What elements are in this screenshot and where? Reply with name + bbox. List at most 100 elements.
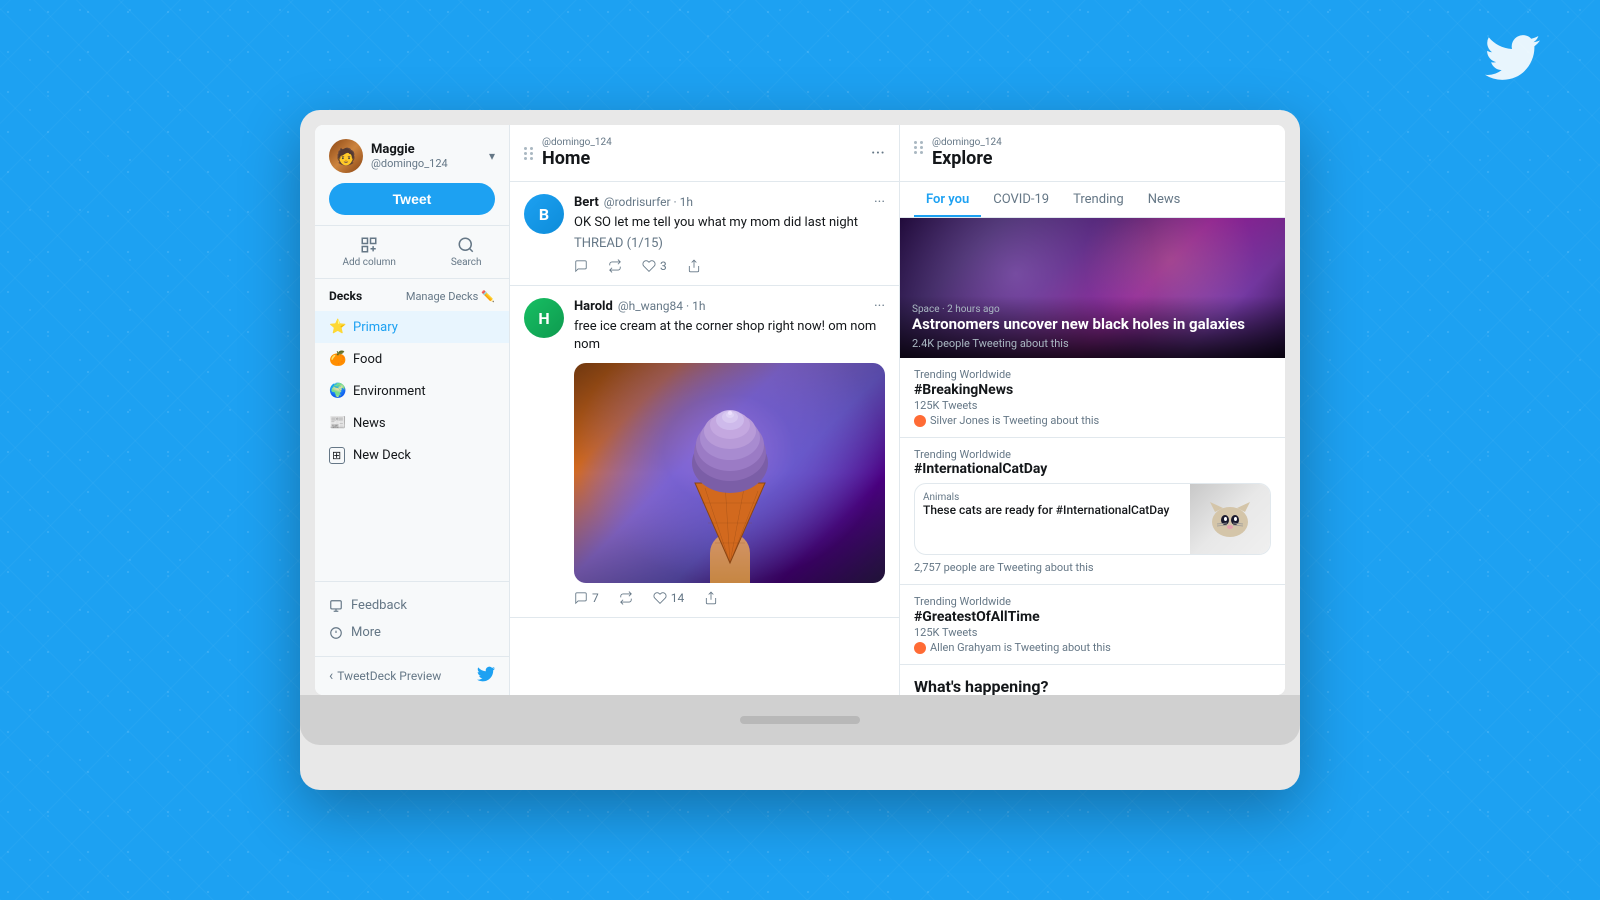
deck-item-news[interactable]: 📰 News bbox=[315, 407, 509, 439]
retweet-action-harold[interactable] bbox=[619, 591, 633, 605]
trending-label-1: Trending Worldwide bbox=[914, 368, 1271, 381]
handle-dot bbox=[530, 157, 533, 160]
trending-breaking-news[interactable]: Trending Worldwide #BreakingNews 125K Tw… bbox=[900, 358, 1285, 438]
add-column-label: Add column bbox=[342, 257, 395, 268]
explore-tabs: For you COVID-19 Trending News bbox=[900, 182, 1285, 218]
reply-action-bert[interactable] bbox=[574, 259, 588, 273]
environment-icon: 🌍 bbox=[329, 383, 345, 399]
trending-label-3: Trending Worldwide bbox=[914, 595, 1271, 608]
sidebar-actions: Add column Search bbox=[315, 226, 509, 279]
cat-day-card-title: These cats are ready for #InternationalC… bbox=[923, 503, 1182, 519]
tweet-name-bert: Bert bbox=[574, 195, 599, 210]
cat-day-card: Animals These cats are ready for #Intern… bbox=[914, 483, 1271, 555]
tweet-more-bert[interactable]: ··· bbox=[874, 194, 885, 210]
news-hero-category: Space · 2 hours ago bbox=[912, 304, 1273, 315]
home-column-more-icon[interactable]: ··· bbox=[871, 143, 885, 164]
manage-decks-button[interactable]: Manage Decks ✏️ bbox=[406, 290, 495, 303]
trending-cat-day[interactable]: Trending Worldwide #InternationalCatDay … bbox=[900, 438, 1285, 585]
explore-drag-handle[interactable] bbox=[914, 141, 924, 154]
tweet-meta-harold: Harold @h_wang84 · 1h ··· bbox=[574, 298, 885, 314]
tweet-card-harold[interactable]: H Harold @h_wang84 · 1h ··· free ice cr bbox=[510, 286, 899, 617]
attribution-text-1: Silver Jones is Tweeting about this bbox=[930, 414, 1099, 427]
news-hero-card[interactable]: Space · 2 hours ago Astronomers uncover … bbox=[900, 218, 1285, 358]
explore-column: @domingo_124 Explore For you COVID-19 Tr… bbox=[900, 125, 1285, 695]
laptop-screen: 🧑 Maggie @domingo_124 ▾ Tweet bbox=[315, 125, 1285, 695]
star-icon: ⭐ bbox=[329, 319, 345, 335]
trending-attr-1: Silver Jones is Tweeting about this bbox=[914, 414, 1271, 427]
deck-item-new[interactable]: ⊞ New Deck bbox=[315, 439, 509, 472]
home-column: @domingo_124 Home ··· B bbox=[510, 125, 900, 695]
deck-item-primary[interactable]: ⭐ Primary bbox=[315, 311, 509, 343]
trending-count-1: 125K Tweets bbox=[914, 399, 1271, 412]
ice-cream-photo bbox=[574, 363, 885, 583]
tweet-user-harold: Harold @h_wang84 · 1h bbox=[574, 299, 705, 314]
tweet-image-harold bbox=[574, 363, 885, 583]
explore-body: Space · 2 hours ago Astronomers uncover … bbox=[900, 218, 1285, 695]
attribution-dot-3 bbox=[914, 642, 926, 654]
tweet-content-harold: Harold @h_wang84 · 1h ··· free ice cream… bbox=[574, 298, 885, 604]
tab-news[interactable]: News bbox=[1136, 182, 1193, 217]
handle-dot bbox=[524, 152, 527, 155]
laptop-container: 🧑 Maggie @domingo_124 ▾ Tweet bbox=[300, 110, 1300, 790]
feedback-item[interactable]: Feedback bbox=[329, 592, 495, 619]
tweet-content-bert: Bert @rodrisurfer · 1h ··· OK SO let me … bbox=[574, 194, 885, 273]
share-action-harold[interactable] bbox=[704, 591, 718, 605]
pencil-icon: ✏️ bbox=[481, 290, 495, 303]
news-icon: 📰 bbox=[329, 415, 345, 431]
add-column-action[interactable]: Add column bbox=[342, 236, 395, 268]
back-arrow-icon: ‹ bbox=[329, 668, 333, 684]
retweet-action-bert[interactable] bbox=[608, 259, 622, 273]
user-handle: @domingo_124 bbox=[371, 157, 448, 170]
tweetdeck-preview-left: ‹ TweetDeck Preview bbox=[329, 668, 441, 684]
trending-tag-1: #BreakingNews bbox=[914, 382, 1271, 398]
trending-count-3: 125K Tweets bbox=[914, 626, 1271, 639]
trending-tag-3: #GreatestOfAllTime bbox=[914, 609, 1271, 625]
deck-item-environment[interactable]: 🌍 Environment bbox=[315, 375, 509, 407]
tweet-header-bert: B Bert @rodrisurfer · 1h ··· OK SO let bbox=[524, 194, 885, 273]
more-item[interactable]: More bbox=[329, 619, 495, 646]
chevron-down-icon[interactable]: ▾ bbox=[489, 149, 495, 163]
search-label: Search bbox=[451, 257, 482, 268]
reply-action-harold[interactable]: 7 bbox=[574, 591, 599, 605]
home-column-title-area: @domingo_124 Home bbox=[542, 137, 863, 169]
tweet-more-harold[interactable]: ··· bbox=[874, 298, 885, 314]
tab-trending[interactable]: Trending bbox=[1061, 182, 1136, 217]
share-action-bert[interactable] bbox=[687, 259, 701, 273]
like-count-harold: 14 bbox=[671, 591, 685, 605]
handle-dot bbox=[524, 147, 527, 150]
tweetdeck-app: 🧑 Maggie @domingo_124 ▾ Tweet bbox=[315, 125, 1285, 695]
tweet-handle-harold: @h_wang84 · 1h bbox=[618, 299, 706, 313]
reply-count-harold: 7 bbox=[592, 591, 599, 605]
deck-news-label: News bbox=[353, 416, 386, 431]
tweet-card-bert[interactable]: B Bert @rodrisurfer · 1h ··· OK SO let bbox=[510, 182, 899, 286]
tweet-button[interactable]: Tweet bbox=[329, 183, 495, 215]
handle-dot bbox=[920, 151, 923, 154]
tab-covid[interactable]: COVID-19 bbox=[981, 182, 1061, 217]
column-drag-handle[interactable] bbox=[524, 147, 534, 160]
cat-day-card-inner[interactable]: Animals These cats are ready for #Intern… bbox=[914, 483, 1271, 555]
handle-dot bbox=[530, 147, 533, 150]
user-avatar: 🧑 bbox=[329, 139, 363, 173]
deck-new-label: New Deck bbox=[353, 448, 411, 463]
explore-source: @domingo_124 bbox=[932, 137, 1002, 148]
new-deck-icon: ⊞ bbox=[329, 447, 345, 464]
search-action[interactable]: Search bbox=[451, 236, 482, 268]
like-action-bert[interactable]: 3 bbox=[642, 259, 667, 273]
explore-title-area: @domingo_124 Explore bbox=[932, 137, 1002, 169]
trending-tag-2: #InternationalCatDay bbox=[914, 461, 1271, 477]
cat-day-card-text: Animals These cats are ready for #Intern… bbox=[915, 484, 1190, 554]
deck-item-food[interactable]: 🍊 Food bbox=[315, 343, 509, 375]
user-info-left[interactable]: 🧑 Maggie @domingo_124 bbox=[329, 139, 448, 173]
explore-column-header: @domingo_124 Explore bbox=[900, 125, 1285, 182]
handle-dot bbox=[920, 146, 923, 149]
handle-dot bbox=[524, 157, 527, 160]
decks-header: Decks Manage Decks ✏️ bbox=[315, 289, 509, 311]
twitter-bird-icon bbox=[1485, 30, 1540, 98]
home-column-source: @domingo_124 bbox=[542, 137, 863, 148]
handle-dot bbox=[914, 141, 917, 144]
attribution-dot-1 bbox=[914, 415, 926, 427]
tab-for-you[interactable]: For you bbox=[914, 182, 981, 217]
like-action-harold[interactable]: 14 bbox=[653, 591, 685, 605]
trending-greatest[interactable]: Trending Worldwide #GreatestOfAllTime 12… bbox=[900, 585, 1285, 665]
tweetdeck-preview-bar[interactable]: ‹ TweetDeck Preview bbox=[315, 656, 509, 695]
